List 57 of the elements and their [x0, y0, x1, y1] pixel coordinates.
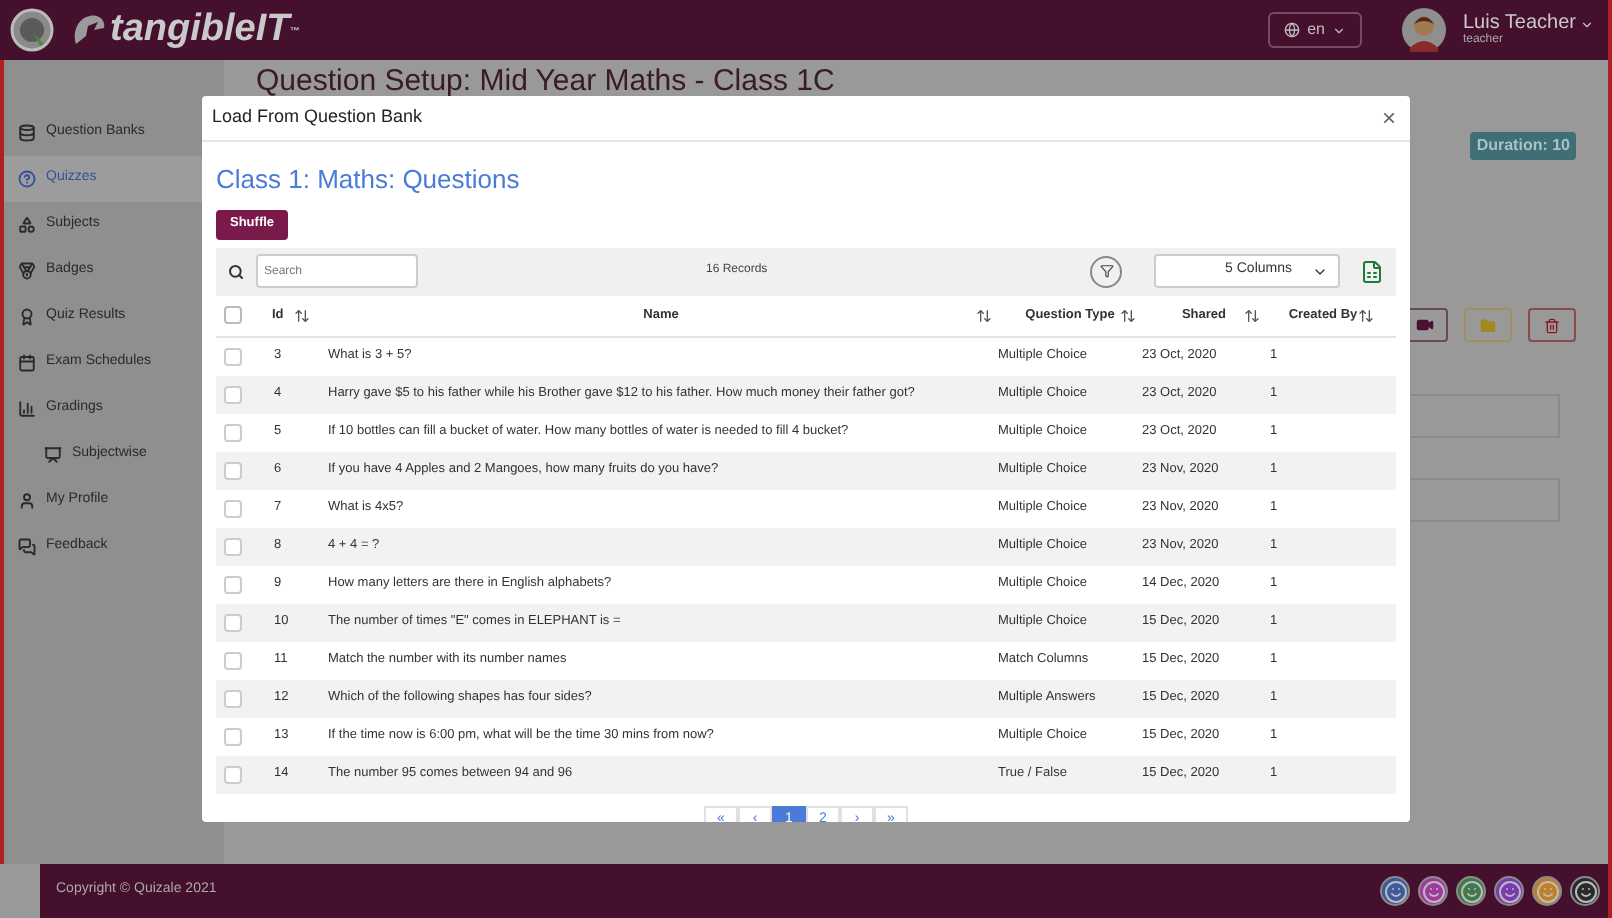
smiley-icon[interactable] [1418, 876, 1448, 906]
dialog-title: Load From Question Bank [212, 104, 423, 131]
user-name[interactable]: Luis Teacher [1462, 14, 1594, 34]
duration-badge: Duration: 10 [1470, 132, 1576, 160]
smiley-icon[interactable] [1494, 876, 1524, 906]
hand-icon [70, 12, 110, 48]
row-checkbox[interactable] [224, 727, 242, 745]
row-checkbox[interactable] [224, 423, 242, 441]
folder-button[interactable] [1464, 308, 1512, 342]
logo-icon [10, 8, 54, 52]
database-icon [18, 124, 36, 142]
user-avatar[interactable] [1402, 8, 1447, 52]
row-checkbox[interactable] [224, 385, 242, 403]
filter-icon [1099, 264, 1113, 278]
spreadsheet-icon[interactable] [1360, 257, 1384, 285]
smiley-icon[interactable] [1456, 876, 1486, 906]
language-button[interactable]: en [1267, 12, 1363, 48]
search-icon [228, 263, 244, 279]
row-checkbox[interactable] [224, 347, 242, 365]
dialog-heading: Class 1: Maths: Questions [216, 162, 522, 198]
user-icon [18, 492, 36, 510]
globe-icon [1283, 22, 1300, 38]
folder-icon [1480, 317, 1496, 333]
sort-icon [1358, 307, 1374, 323]
sort-icon [293, 307, 310, 323]
row-checkbox[interactable] [224, 575, 242, 593]
row-checkbox[interactable] [224, 537, 242, 555]
sort-icon [976, 307, 992, 323]
select-all-checkbox[interactable] [224, 306, 242, 324]
chat-icon [18, 538, 36, 556]
row-checkbox[interactable] [224, 689, 242, 707]
question-icon [18, 170, 36, 188]
smiley-icon[interactable] [1570, 876, 1600, 906]
video-icon [1415, 316, 1433, 334]
sort-icon [1120, 307, 1136, 323]
calendar-icon [18, 354, 36, 372]
close-button[interactable]: × [1377, 106, 1400, 130]
trash-icon [1544, 317, 1560, 333]
delete-button[interactable] [1528, 308, 1576, 342]
caret-icon [1580, 17, 1594, 31]
row-checkbox[interactable] [224, 765, 242, 783]
brand-logo: tangibleIT$^{™}$ [110, 5, 300, 54]
board-icon [44, 446, 62, 464]
row-checkbox[interactable] [224, 613, 242, 631]
smiley-icon[interactable] [1380, 876, 1410, 906]
row-checkbox[interactable] [224, 461, 242, 479]
sort-icon [1244, 307, 1260, 323]
award-icon [18, 308, 36, 326]
page-title: Question Setup: Mid Year Maths - Class 1C [256, 66, 837, 96]
filter-button[interactable] [1090, 255, 1122, 287]
medal-icon [18, 262, 36, 280]
smiley-icon[interactable] [1532, 876, 1562, 906]
row-checkbox[interactable] [224, 499, 242, 517]
row-checkbox[interactable] [224, 651, 242, 669]
shapes-icon [18, 216, 36, 234]
chart-icon [18, 400, 36, 418]
caret-icon [1332, 23, 1347, 37]
